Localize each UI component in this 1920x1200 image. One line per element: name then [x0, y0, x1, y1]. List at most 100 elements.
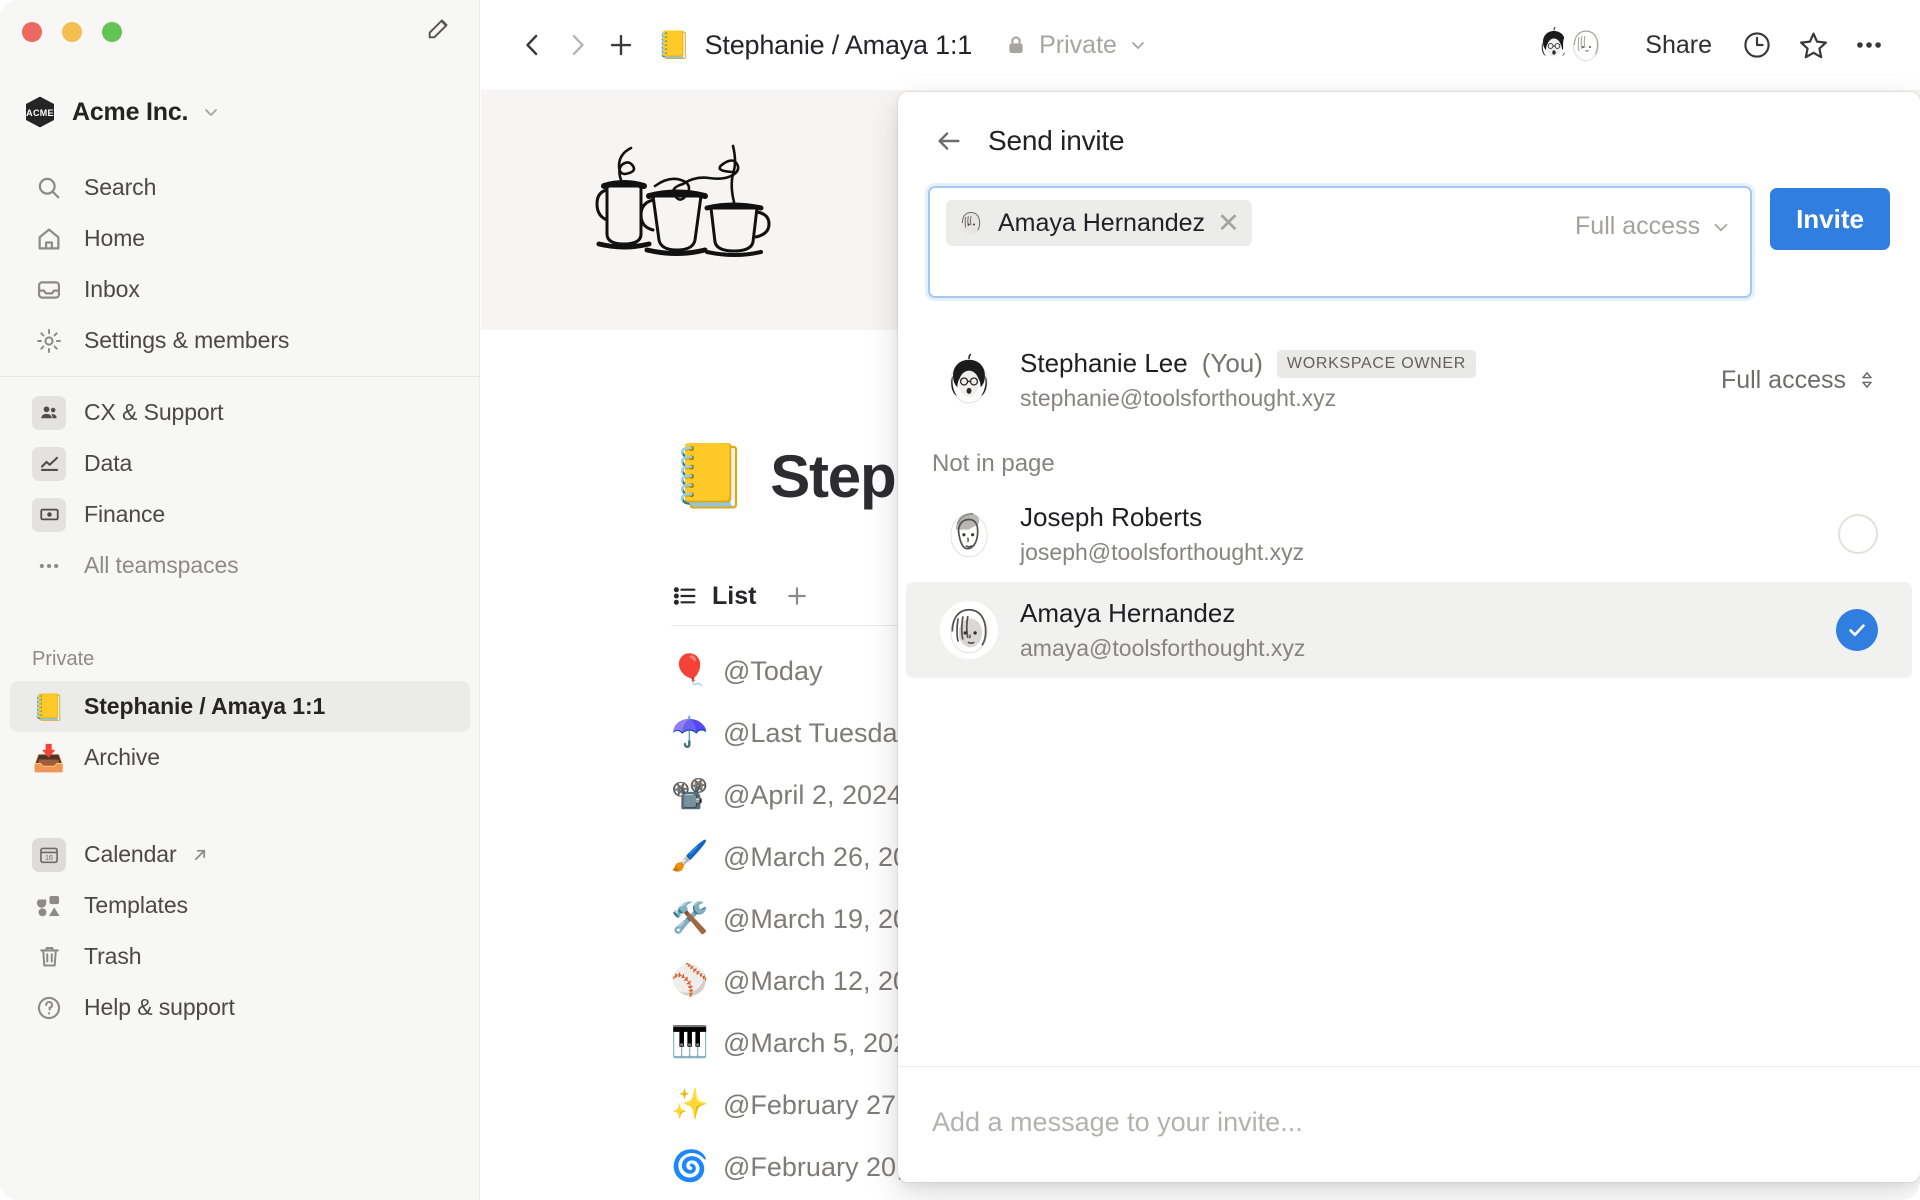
tab-list[interactable]: List [671, 582, 756, 611]
add-view-button[interactable] [782, 581, 812, 611]
sidebar-item-trash[interactable]: Trash [10, 931, 470, 982]
close-icon[interactable]: ✕ [1217, 209, 1240, 237]
person-name: Joseph Roberts [1020, 502, 1203, 532]
sidebar-item-cx-support[interactable]: CX & Support [10, 387, 470, 438]
notebook-emoji-icon: 📒 [671, 441, 749, 511]
sidebar-item-search[interactable]: Search [10, 162, 470, 213]
access-label: Full access [1720, 365, 1846, 394]
workspace-switcher[interactable]: ACME Acme Inc. [0, 86, 480, 138]
sidebar-item-label: CX & Support [84, 399, 224, 425]
plus-icon[interactable] [599, 23, 643, 67]
invitee-token[interactable]: Amaya Hernandez ✕ [946, 200, 1252, 246]
sidebar-item-stephanie-amaya-1-1[interactable]: 📒 Stephanie / Amaya 1:1 [10, 681, 470, 732]
avatar-amaya [940, 601, 998, 659]
sidebar-item-label: Data [84, 450, 133, 476]
row-emoji-icon: ✨ [671, 1088, 709, 1121]
ellipsis-icon [32, 549, 66, 583]
invite-button[interactable]: Invite [1770, 188, 1890, 250]
chevron-down-icon [1128, 35, 1148, 55]
collaborator-avatars[interactable] [1531, 22, 1610, 68]
star-icon[interactable] [1788, 20, 1838, 70]
sidebar-item-data[interactable]: Data [10, 438, 470, 489]
sidebar-item-label: Templates [84, 892, 188, 918]
chevron-right-icon[interactable] [555, 23, 599, 67]
chevron-left-icon[interactable] [511, 23, 555, 67]
person-select-checkbox-checked[interactable] [1836, 609, 1878, 651]
sidebar-item-all-teamspaces[interactable]: All teamspaces [10, 540, 470, 591]
person-name-line: Joseph Roberts [1020, 502, 1816, 533]
breadcrumb[interactable]: 📒 Stephanie / Amaya 1:1 [657, 30, 972, 61]
svg-text:16: 16 [45, 855, 53, 862]
current-user-you-suffix: (You) [1201, 348, 1263, 378]
app-window: ACME Acme Inc. Search Home Inbox Setting… [0, 0, 1920, 1200]
row-emoji-icon: 🌀 [671, 1150, 709, 1183]
chevron-down-icon[interactable] [201, 102, 221, 122]
maximize-window-button[interactable] [102, 22, 122, 42]
sidebar-item-calendar[interactable]: 16 Calendar [10, 829, 470, 880]
current-user-info: Stephanie Lee (You) WORKSPACE OWNER step… [1020, 348, 1699, 412]
sidebar-item-label: All teamspaces [84, 552, 239, 578]
question-circle-icon [32, 991, 66, 1025]
acme-logo-icon: ACME [22, 94, 58, 130]
search-icon [32, 171, 66, 205]
person-name: Amaya Hernandez [1020, 598, 1236, 628]
sidebar-nav: Search Home Inbox Settings & members CX … [0, 162, 480, 1033]
current-user-access-selector[interactable]: Full access [1721, 366, 1878, 395]
sidebar-item-label: Help & support [84, 994, 235, 1020]
templates-icon [32, 889, 66, 923]
invitee-name: Amaya Hernandez [998, 208, 1206, 237]
invite-input-row: Amaya Hernandez ✕ Full access Invite [898, 166, 1920, 298]
person-row-amaya[interactable]: Amaya Hernandez amaya@toolsforthought.xy… [906, 582, 1912, 678]
new-page-icon[interactable] [425, 14, 453, 42]
sidebar-item-archive[interactable]: 📥 Archive [10, 732, 470, 783]
page-privacy-selector[interactable]: Private [1004, 31, 1148, 60]
chart-icon [32, 446, 66, 481]
sidebar-item-finance[interactable]: Finance [10, 489, 470, 540]
ellipsis-icon[interactable] [1844, 20, 1894, 70]
row-emoji-icon: 🎈 [671, 654, 709, 687]
people-icon [32, 395, 66, 430]
invite-message-input[interactable]: Add a message to your invite... [932, 1107, 1303, 1137]
current-user-email: stephanie@toolsforthought.xyz [1020, 385, 1337, 411]
row-emoji-icon: ☂️ [671, 716, 709, 749]
minimize-window-button[interactable] [62, 22, 82, 42]
sidebar-item-settings-members[interactable]: Settings & members [10, 315, 470, 366]
person-email: joseph@toolsforthought.xyz [1020, 539, 1305, 565]
sidebar-item-label: Trash [84, 943, 142, 969]
window-traffic-lights [22, 22, 122, 42]
external-link-icon [189, 844, 211, 866]
share-button[interactable]: Share [1631, 25, 1726, 66]
send-invite-dialog: Send invite Amaya Hernandez ✕ Full acces… [898, 92, 1920, 1182]
avatar-amaya[interactable] [1563, 22, 1610, 68]
tab-label: List [712, 581, 757, 610]
invite-access-selector[interactable]: Full access [1575, 212, 1732, 241]
sidebar-item-help-support[interactable]: Help & support [10, 982, 470, 1033]
arrow-left-icon[interactable] [932, 124, 966, 158]
sidebar-divider [0, 376, 480, 377]
current-user-row: Stephanie Lee (You) WORKSPACE OWNER step… [906, 332, 1912, 428]
list-icon [671, 582, 699, 610]
sidebar-item-templates[interactable]: Templates [10, 880, 470, 931]
sidebar-item-home[interactable]: Home [10, 213, 470, 264]
chevron-down-icon [1710, 216, 1732, 238]
dialog-footer: Add a message to your invite... [898, 1066, 1920, 1182]
person-select-checkbox[interactable] [1838, 514, 1878, 554]
group-label-not-in-page: Not in page [932, 450, 1055, 477]
coffee-cups-illustration [595, 144, 771, 257]
person-row-joseph[interactable]: Joseph Roberts joseph@toolsforthought.xy… [906, 486, 1912, 582]
sidebar-item-label: Calendar [84, 841, 177, 867]
close-window-button[interactable] [22, 22, 42, 42]
row-emoji-icon: 🖌️ [671, 840, 709, 873]
sidebar-item-inbox[interactable]: Inbox [10, 264, 470, 315]
sidebar-item-label: Archive [84, 744, 160, 770]
invitee-input[interactable]: Amaya Hernandez ✕ Full access [928, 186, 1753, 298]
workspace-name: Acme Inc. [72, 97, 189, 126]
inbox-tray-emoji-icon: 📥 [32, 742, 66, 773]
dialog-title: Send invite [988, 125, 1125, 156]
inbox-icon [32, 273, 66, 307]
clock-icon[interactable] [1732, 20, 1782, 70]
person-email: amaya@toolsforthought.xyz [1020, 635, 1306, 661]
sidebar-item-label: Inbox [84, 276, 140, 302]
